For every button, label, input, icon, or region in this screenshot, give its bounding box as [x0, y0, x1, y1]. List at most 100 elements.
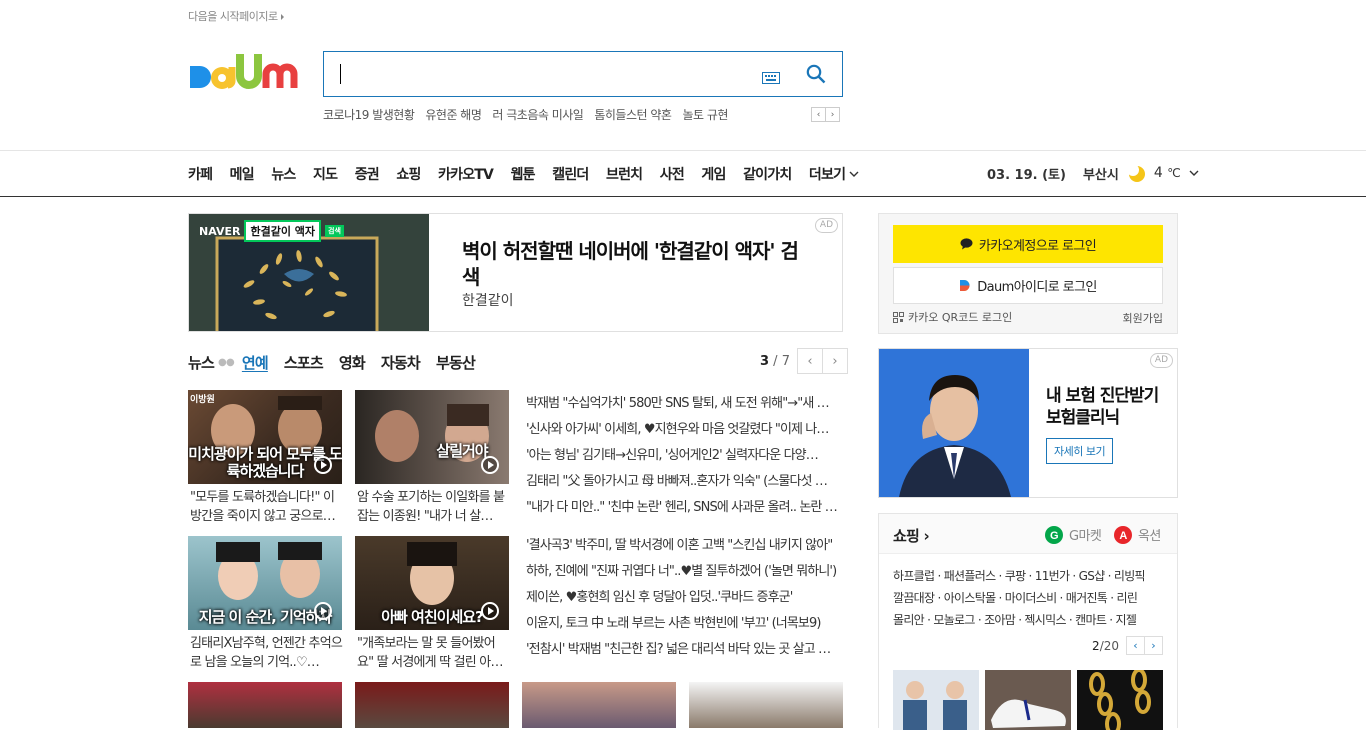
daum-logo[interactable]: [188, 48, 304, 100]
nav-item-map[interactable]: 지도: [313, 164, 338, 184]
headline-item[interactable]: 제이쓴, ♥홍현희 임신 후 덩달아 입덧..'쿠바드 증후군': [526, 585, 844, 611]
nav-item-webtoon[interactable]: 웹툰: [511, 164, 536, 184]
tab-realestate[interactable]: 부동산: [436, 352, 476, 373]
thumb-caption[interactable]: 암 수술 포기하는 이일화를 붙잡는 이종원! "내가 너 살…: [357, 488, 511, 526]
side-banner-ad[interactable]: 내 보험 진단받기 보험클리닉 자세히 보기 AD: [878, 348, 1178, 498]
daum-login-button[interactable]: Daum아이디로 로그인: [893, 267, 1163, 304]
nav-item-shopping[interactable]: 쇼핑: [396, 164, 421, 184]
login-box: 카카오계정으로 로그인 Daum아이디로 로그인 카카오 QR코드 로그인 회원…: [878, 213, 1178, 334]
headline-item[interactable]: '신사와 아가씨' 이세희, ♥지현우와 마음 엇갈렸다 "이제 나…: [526, 417, 844, 443]
thumb-caption[interactable]: 김태리X남주혁, 언젠간 추억으로 남을 오늘의 기억..♡…: [190, 634, 344, 672]
shopping-link-row[interactable]: 몰리안 · 모놀로그 · 조아맘 · 젝시믹스 · 캔마트 · 지젤: [893, 609, 1165, 631]
tab-movie[interactable]: 영화: [339, 352, 366, 373]
trending-item[interactable]: 유현준 해명: [425, 106, 482, 123]
thumb-caption[interactable]: "모두를 도륙하겠습니다!" 이방간을 죽이지 않고 궁으로…: [190, 488, 344, 526]
text-cursor: [340, 64, 341, 84]
weather-widget[interactable]: 03. 19. (토) 부산시 4 ℃: [987, 163, 1199, 183]
play-icon: [314, 602, 332, 620]
nav-item-news[interactable]: 뉴스: [271, 164, 296, 184]
ad-title[interactable]: 벽이 허전할땐 네이버에 '한결같이 액자' 검색: [462, 238, 802, 290]
next-arrow-icon[interactable]: ›: [825, 107, 840, 122]
news-thumbnail[interactable]: [522, 682, 676, 728]
next-page-button[interactable]: ›: [821, 348, 848, 374]
qr-login-link[interactable]: 카카오 QR코드 로그인: [893, 309, 1012, 325]
headline-item[interactable]: 김태리 "父 돌아가시고 母 바빠져..혼자가 익숙" (스물다섯 …: [526, 469, 844, 495]
svg-text:G: G: [1050, 530, 1058, 542]
headline-item[interactable]: 박재범 "수십억가치' 580만 SNS 탈퇴, 새 도전 위해"→"새 …: [526, 391, 844, 417]
shopping-pager: 2/20 ‹ ›: [1092, 636, 1163, 655]
separator-dots: ●●: [218, 357, 235, 368]
ad-detail-button[interactable]: 자세히 보기: [1046, 438, 1114, 464]
news-thumbnail[interactable]: 살릴거야: [355, 390, 509, 484]
auction-logo-icon: A: [1114, 525, 1132, 544]
news-thumbnail[interactable]: 이방원 미치광이가 되어 모두를 도륙하겠습니다: [188, 390, 342, 484]
set-start-page-link[interactable]: 다음을 시작페이지로: [188, 8, 284, 24]
play-icon: [314, 456, 332, 474]
nav-item-brunch[interactable]: 브런치: [606, 164, 643, 184]
search-input[interactable]: [324, 52, 744, 96]
news-thumbnail[interactable]: [188, 682, 342, 728]
trending-keywords: 코로나19 발생현황 유현준 해명 러 극초음속 미사일 톰히들스턴 약혼 놀토…: [323, 106, 728, 123]
headline-item[interactable]: "내가 다 미안.." '친中 논란' 헨리, SNS에 사과문 올려.. 논란…: [526, 495, 844, 521]
nav-item-together[interactable]: 같이가치: [743, 164, 792, 184]
headline-item[interactable]: 하하, 진예에 "진짜 귀엽다 너"..♥별 질투하겠어 ('놀면 뭐하니'): [526, 559, 844, 585]
headline-item[interactable]: '전참시' 박재범 "친근한 집? 넓은 대리석 바닥 있는 곳 살고 …: [526, 637, 844, 663]
news-thumbnail[interactable]: [689, 682, 843, 728]
headline-item[interactable]: '아는 형님' 김기태→신유미, '싱어게인2' 실력자다운 다양…: [526, 443, 844, 469]
nav-item-kakaotv[interactable]: 카카오TV: [438, 164, 494, 184]
tab-sports[interactable]: 스포츠: [284, 352, 324, 373]
trending-item[interactable]: 코로나19 발생현황: [323, 106, 415, 123]
shopping-header: 쇼핑 › G G마켓 A 옥션: [879, 514, 1177, 554]
tab-news[interactable]: 뉴스: [188, 352, 215, 373]
gmarket-logo-icon: G: [1045, 525, 1063, 544]
news-thumbnail[interactable]: 아빠 여친이세요?: [355, 536, 509, 630]
product-image[interactable]: [985, 670, 1071, 730]
prev-arrow-icon[interactable]: ‹: [811, 107, 826, 122]
news-thumbnail[interactable]: 지금 이 순간, 기억하자: [188, 536, 342, 630]
chevron-down-icon: [1189, 170, 1199, 176]
prev-page-button[interactable]: ‹: [1126, 636, 1145, 655]
nav-item-game[interactable]: 게임: [701, 164, 726, 184]
trending-item[interactable]: 톰히들스턴 약혼: [594, 106, 672, 123]
keyboard-icon[interactable]: [762, 69, 780, 88]
headline-list: 박재범 "수십억가치' 580만 SNS 탈퇴, 새 도전 위해"→"새 … '…: [526, 391, 844, 521]
search-icon[interactable]: [806, 64, 826, 88]
headline-item[interactable]: '결사곡3' 박주미, 딸 박서경에 이혼 고백 "스킨십 내키지 않아": [526, 533, 844, 559]
divider: [0, 196, 1366, 197]
play-icon: [481, 456, 499, 474]
banner-ad[interactable]: NAVER 한결같이 액자 검색 벽이 허전할땐 네이버에 '한결같이 액자' …: [188, 213, 843, 332]
news-pager: 3 / 7 ‹ ›: [760, 348, 848, 374]
thumb-caption[interactable]: "개족보라는 말 못 들어봤어요" 딸 서경에게 딱 걸린 아…: [357, 634, 511, 672]
nav-item-stock[interactable]: 증권: [355, 164, 380, 184]
nav-item-calendar[interactable]: 캘린더: [552, 164, 589, 184]
city-text: 부산시: [1082, 167, 1119, 183]
product-image[interactable]: [1077, 670, 1163, 730]
shopping-links: 하프클럽 · 패션플러스 · 쿠팡 · 11번가 · GS샵 · 리빙픽 깔끔대…: [893, 565, 1165, 631]
kakao-login-button[interactable]: 카카오계정으로 로그인: [893, 225, 1163, 263]
ad-image: NAVER 한결같이 액자 검색: [189, 214, 429, 331]
nav-item-cafe[interactable]: 카페: [188, 164, 213, 184]
prev-page-button[interactable]: ‹: [796, 348, 823, 374]
next-page-button[interactable]: ›: [1144, 636, 1163, 655]
shopping-link-row[interactable]: 하프클럽 · 패션플러스 · 쿠팡 · 11번가 · GS샵 · 리빙픽: [893, 565, 1165, 587]
news-thumbnail[interactable]: [355, 682, 509, 728]
shopping-title[interactable]: 쇼핑 ›: [893, 525, 930, 546]
trending-item[interactable]: 놀토 규현: [682, 106, 728, 123]
ad-subtitle: 한결같이: [462, 293, 514, 309]
search-box[interactable]: [323, 51, 843, 97]
product-image[interactable]: [893, 670, 979, 730]
headline-item[interactable]: 이윤지, 토크 中 노래 부르는 사촌 박현빈에 '부끄' (너목보9): [526, 611, 844, 637]
signup-link[interactable]: 회원가입: [1123, 310, 1163, 326]
naver-search-mock: NAVER 한결같이 액자 검색: [199, 220, 344, 242]
ad-title[interactable]: 내 보험 진단받기 보험클리닉: [1046, 385, 1166, 429]
tab-car[interactable]: 자동차: [381, 352, 421, 373]
gmarket-link[interactable]: G G마켓: [1045, 525, 1102, 544]
nav-item-dictionary[interactable]: 사전: [660, 164, 685, 184]
trending-item[interactable]: 러 극초음속 미사일: [492, 106, 583, 123]
auction-link[interactable]: A 옥션: [1114, 525, 1161, 544]
shopping-link-row[interactable]: 깔끔대장 · 아이스탁몰 · 마이더스비 · 매거진톡 · 리린: [893, 587, 1165, 609]
svg-text:A: A: [1119, 530, 1127, 542]
nav-item-mail[interactable]: 메일: [230, 164, 255, 184]
tab-entertainment[interactable]: 연예: [242, 352, 269, 373]
nav-more-button[interactable]: 더보기: [809, 164, 859, 184]
